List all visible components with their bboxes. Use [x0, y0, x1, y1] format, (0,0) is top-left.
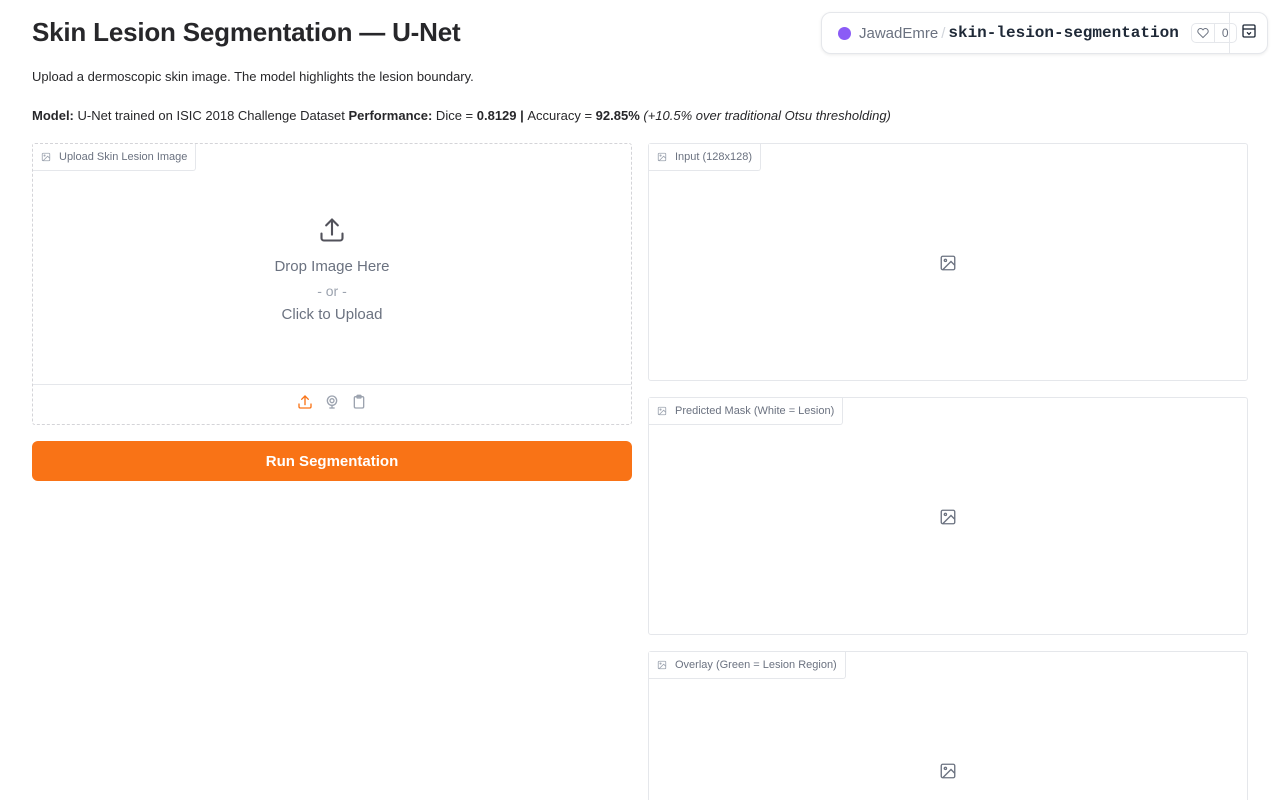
image-icon: [657, 152, 667, 162]
dice-prefix: Dice =: [432, 108, 477, 123]
run-segmentation-button[interactable]: Run Segmentation: [32, 441, 632, 481]
image-icon: [41, 152, 51, 162]
image-icon: [657, 406, 667, 416]
image-icon: [939, 762, 957, 780]
performance-label: Performance:: [348, 108, 433, 123]
overlay-block-label: Overlay (Green = Lesion Region): [649, 652, 846, 679]
clipboard-icon: [351, 394, 367, 415]
overlay-panel: Overlay (Green = Lesion Region): [648, 651, 1248, 800]
image-drop-zone[interactable]: Drop Image Here - or - Click to Upload: [33, 144, 631, 384]
webcam-icon: [324, 394, 340, 415]
embed-button[interactable]: [1229, 13, 1267, 53]
path-separator: /: [941, 24, 946, 42]
predicted-mask-panel: Predicted Mask (White = Lesion): [648, 397, 1248, 635]
or-separator-text: - or -: [317, 282, 347, 299]
input-image-panel: Input (128x128): [648, 143, 1248, 381]
input-block-label: Input (128x128): [649, 144, 762, 171]
model-info: Model: U-Net trained on ISIC 2018 Challe…: [32, 108, 891, 123]
upload-block-label: Upload Skin Lesion Image: [33, 144, 197, 171]
upload-label-text: Upload Skin Lesion Image: [59, 151, 188, 163]
model-label: Model:: [32, 108, 74, 123]
space-repo-link[interactable]: skin-lesion-segmentation: [948, 24, 1178, 42]
metric-separator: |: [516, 108, 528, 123]
upload-icon: [297, 394, 313, 415]
image-icon: [657, 660, 667, 670]
input-label-text: Input (128x128): [675, 151, 753, 163]
heart-icon: [1192, 24, 1215, 42]
upload-source-toolbar: [33, 384, 631, 424]
space-owner-link[interactable]: JawadEmre: [859, 25, 938, 42]
image-icon: [939, 254, 957, 272]
dice-value: 0.8129: [476, 108, 517, 123]
model-text: U-Net trained on ISIC 2018 Challenge Dat…: [73, 108, 349, 123]
mask-label-text: Predicted Mask (White = Lesion): [675, 405, 835, 417]
overlay-label-text: Overlay (Green = Lesion Region): [675, 659, 837, 671]
page-title: Skin Lesion Segmentation — U-Net: [32, 17, 461, 47]
accuracy-value: 92.85%: [595, 108, 640, 123]
improvement-note: (+10.5% over traditional Otsu thresholdi…: [639, 108, 891, 123]
upload-source-button[interactable]: [296, 394, 314, 415]
hf-space-badge: JawadEmre / skin-lesion-segmentation 0: [821, 12, 1268, 54]
click-to-upload-text: Click to Upload: [281, 305, 383, 323]
accuracy-prefix: Accuracy =: [527, 108, 596, 123]
clipboard-source-button[interactable]: [350, 394, 368, 415]
webcam-source-button[interactable]: [323, 394, 341, 415]
drop-image-text: Drop Image Here: [274, 257, 390, 275]
image-upload-panel: Drop Image Here - or - Click to Upload U…: [32, 143, 632, 425]
embed-icon: [1241, 23, 1257, 44]
page-subtitle: Upload a dermoscopic skin image. The mod…: [32, 69, 474, 84]
mask-block-label: Predicted Mask (White = Lesion): [649, 398, 844, 425]
space-avatar-dot: [838, 26, 851, 40]
image-icon: [939, 508, 957, 526]
upload-icon: [318, 216, 346, 249]
